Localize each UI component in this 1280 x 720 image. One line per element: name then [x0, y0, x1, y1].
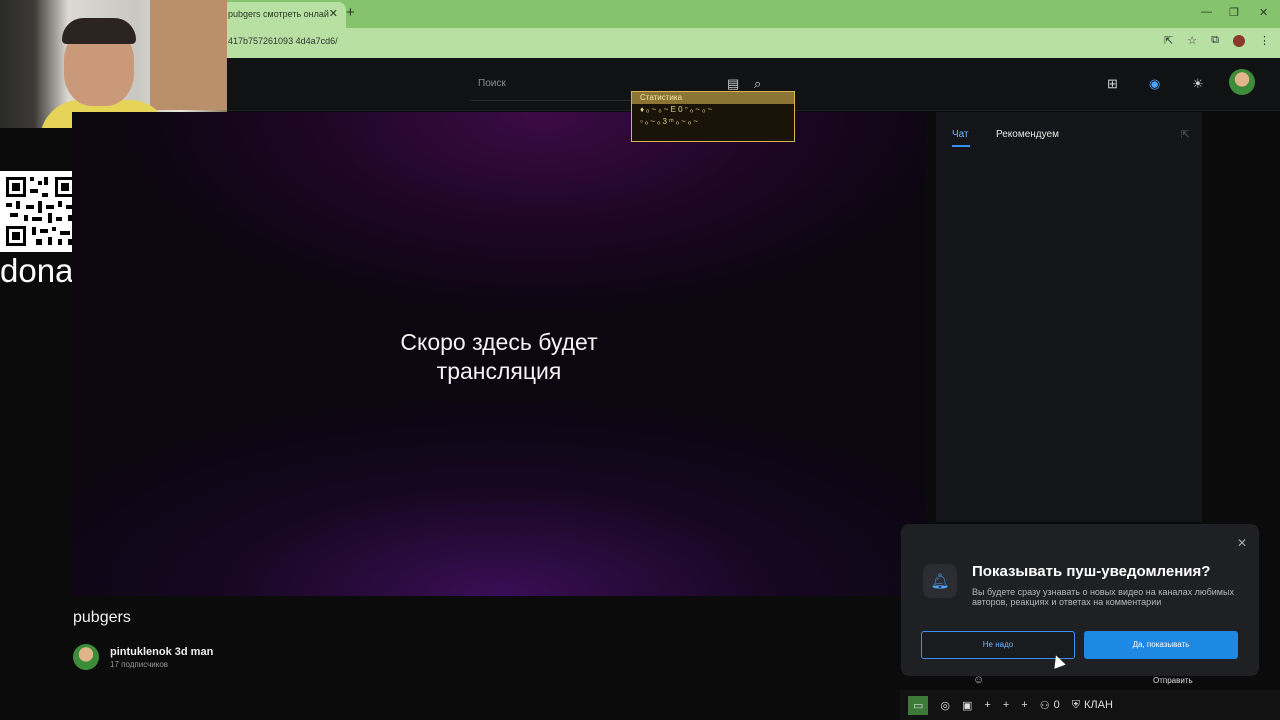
search-icon[interactable]: ⌕: [754, 76, 761, 92]
friends-counter[interactable]: ⚇ 0: [1040, 699, 1060, 712]
decline-button[interactable]: Не надо: [921, 631, 1075, 659]
accept-button[interactable]: Да, показывать: [1084, 631, 1238, 659]
friends-count: 0: [1053, 699, 1060, 711]
tab-title: pubgers смотреть онлай: [228, 9, 329, 19]
push-description: Вы будете сразу узнавать о новых видео н…: [972, 587, 1234, 607]
profile-avatar[interactable]: [1233, 34, 1245, 47]
webcam-overlay: [0, 0, 227, 128]
extensions-icon[interactable]: ⧉: [1211, 34, 1219, 47]
radar-icon[interactable]: ◎: [940, 699, 950, 712]
taskbar: ▭ ◎ ▣ + + + ⚇ 0 ⛨ КЛАН: [900, 690, 1280, 720]
notifications-icon[interactable]: ◉: [1149, 76, 1160, 92]
chat-toggle-icon[interactable]: ▭: [908, 695, 929, 715]
add-video-icon[interactable]: ⊞: [1107, 76, 1118, 92]
push-notification-dialog: ✕ 🔔︎ Показывать пуш-уведомления? Вы буде…: [901, 524, 1259, 676]
stream-placeholder-text: Скоро здесь будет трансляция: [72, 328, 926, 386]
tab-chat[interactable]: Чат: [952, 129, 970, 147]
clan-button[interactable]: ⛨ КЛАН: [1072, 699, 1113, 712]
webcam-person-hair: [62, 18, 136, 44]
video-player[interactable]: Скоро здесь будет трансляция: [72, 112, 926, 596]
add-slot-icon[interactable]: +: [1003, 699, 1009, 711]
theme-toggle-icon[interactable]: ☀: [1192, 76, 1204, 92]
new-tab-button[interactable]: +: [346, 4, 355, 21]
webcam-background: [150, 0, 227, 110]
stats-overlay: Статистика ♦ ₒ ~ ₒ ~ E 0 ᵔ ₒ ~ ₒ ~ ▫ ₒ ~…: [631, 91, 795, 142]
minimize-icon[interactable]: —: [1201, 6, 1212, 18]
open-in-app-icon[interactable]: ⇱: [1164, 34, 1173, 47]
bookmark-star-icon[interactable]: ☆: [1187, 34, 1197, 47]
donate-qr-code: [0, 171, 81, 252]
bell-icon: 🔔︎: [923, 564, 957, 598]
friends-icon: ⚇: [1039, 699, 1050, 712]
push-title: Показывать пуш-уведомления?: [972, 563, 1211, 580]
browser-tab[interactable]: pubgers смотреть онлай ✕: [222, 2, 346, 28]
stats-row: ▫ ₒ ~ ₒ 3 ᵐ ₒ ~ ₒ ~: [640, 117, 698, 126]
placeholder-line-1: Скоро здесь будет: [400, 329, 598, 355]
send-button[interactable]: Отправить: [1153, 676, 1193, 685]
clan-icon: ⛨: [1071, 698, 1080, 711]
popout-icon[interactable]: ⇱: [1181, 128, 1190, 141]
channel-subscribers: 17 подписчиков: [110, 660, 169, 669]
close-tab-icon[interactable]: ✕: [329, 2, 338, 26]
add-slot-icon[interactable]: +: [1021, 699, 1027, 711]
donate-label: donat: [0, 252, 83, 289]
add-slot-icon[interactable]: +: [984, 699, 990, 711]
close-window-icon[interactable]: ✕: [1259, 6, 1268, 19]
stats-row: ♦ ₒ ~ ₒ ~ E 0 ᵔ ₒ ~ ₒ ~: [640, 105, 713, 114]
channel-avatar[interactable]: [73, 644, 99, 670]
browser-menu-icon[interactable]: ⋮: [1259, 34, 1270, 47]
chat-panel: Чат Рекомендуем ⇱: [936, 112, 1202, 522]
emoji-icon[interactable]: ☺: [973, 674, 984, 686]
keyboard-icon[interactable]: ▤: [727, 76, 739, 92]
user-avatar[interactable]: [1229, 69, 1255, 95]
stats-title: Статистика: [632, 92, 794, 104]
channel-title: pubgers: [73, 609, 131, 626]
channel-author-name[interactable]: pintuklenok 3d man: [110, 646, 213, 658]
placeholder-line-2: трансляция: [436, 358, 562, 384]
tab-recommended[interactable]: Рекомендуем: [996, 129, 1059, 140]
maximize-icon[interactable]: ❐: [1229, 6, 1239, 19]
url-text[interactable]: 417b757261093 4d4a7cd6/: [228, 36, 338, 46]
search-input[interactable]: Поиск: [478, 78, 506, 89]
clan-label: КЛАН: [1083, 699, 1113, 711]
pubg-icon[interactable]: ▣: [962, 699, 972, 712]
close-icon[interactable]: ✕: [1237, 536, 1247, 550]
